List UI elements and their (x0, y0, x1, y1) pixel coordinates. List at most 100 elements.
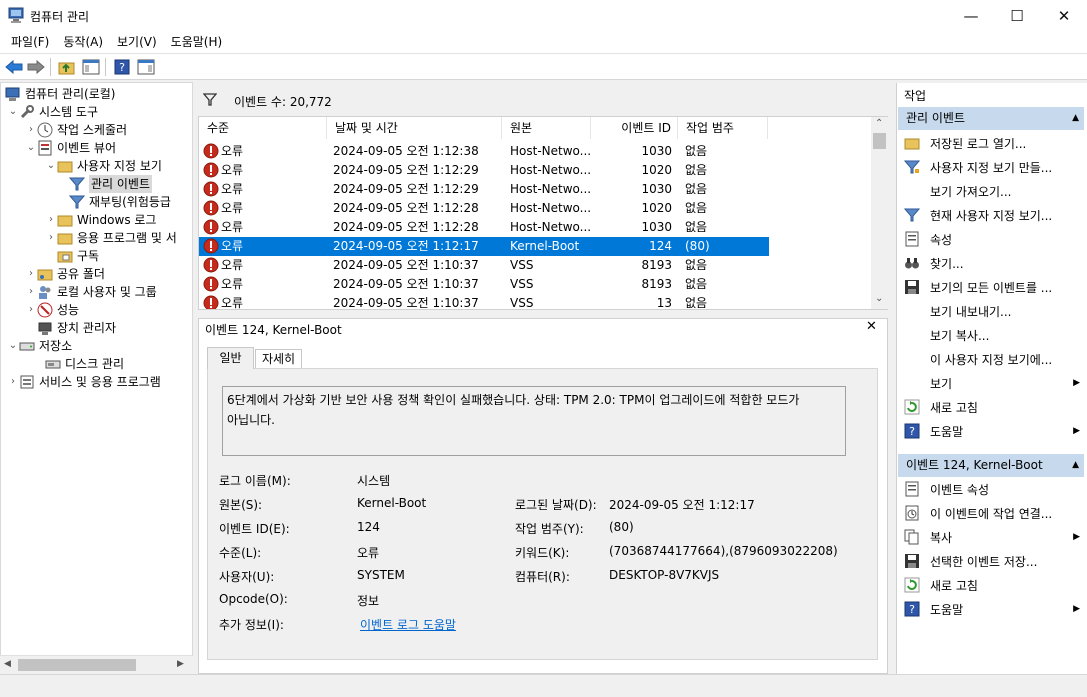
tree-windows-logs[interactable]: › Windows 로그 (45, 211, 156, 229)
scroll-down-icon[interactable]: ⌄ (875, 293, 883, 304)
column-event-id[interactable]: 이벤트 ID (591, 117, 678, 139)
chevron-down-icon[interactable]: ⌄ (45, 157, 57, 175)
forward-arrow-icon[interactable] (26, 57, 46, 77)
tree-local-users[interactable]: › 로컬 사용자 및 그룹 (25, 283, 157, 301)
maximize-button[interactable]: ☐ (994, 0, 1040, 31)
show-hide-tree-icon[interactable] (81, 57, 101, 77)
action-section1_items-item-8[interactable]: 보기 복사... (898, 323, 1084, 347)
chevron-right-icon[interactable]: › (25, 265, 37, 283)
scroll-right-icon[interactable]: ▶ (177, 659, 184, 669)
action-section1_items-item-7[interactable]: 보기 내보내기... (898, 299, 1084, 323)
tree-custom-views[interactable]: ⌄ 사용자 지정 보기 (45, 157, 162, 175)
chevron-right-icon[interactable]: › (45, 211, 57, 229)
tree-task-scheduler[interactable]: › 작업 스케줄러 (25, 121, 127, 139)
tree-reboot-view[interactable]: 재부팅(위험등급 (69, 193, 171, 211)
error-icon (203, 162, 219, 179)
tree-root[interactable]: 컴퓨터 관리(로컬) (5, 85, 115, 103)
chevron-right-icon[interactable]: › (7, 373, 19, 391)
error-icon (203, 143, 219, 160)
refresh-icon (904, 399, 920, 415)
row-datetime: 2024-09-05 오전 1:12:29 (333, 182, 479, 196)
menu-view[interactable]: 보기(V) (110, 31, 164, 53)
table-row[interactable]: 오류 2024-09-05 오전 1:12:29 Host-Netwo... 1020… (199, 161, 769, 180)
tree-app-logs[interactable]: › 응용 프로그램 및 서 (45, 229, 177, 247)
chevron-right-icon[interactable]: › (25, 283, 37, 301)
events-vertical-scrollbar[interactable]: ⌃ ⌄ (871, 117, 888, 309)
event-log-help-link[interactable]: 이벤트 로그 도움말 (360, 616, 456, 633)
action-section1_items-item-0[interactable]: 저장된 로그 열기... (898, 131, 1084, 155)
chevron-right-icon[interactable]: › (45, 229, 57, 247)
column-source[interactable]: 원본 (502, 117, 591, 139)
table-row[interactable]: 오류 2024-09-05 오전 1:12:29 Host-Netwo... 1030… (199, 180, 769, 199)
collapse-icon[interactable]: ▲ (1072, 454, 1079, 477)
action-section2_items-item-2[interactable]: 복사 ▶ (898, 525, 1084, 549)
table-row[interactable]: 오류 2024-09-05 오전 1:12:28 Host-Netwo... 1030… (199, 218, 769, 237)
detail-close-icon[interactable]: ✕ (866, 319, 877, 334)
action-section1_items-item-5[interactable]: 찾기... (898, 251, 1084, 275)
column-level[interactable]: 수준 (199, 117, 327, 139)
action-section2_items-item-4[interactable]: 새로 고침 (898, 573, 1084, 597)
column-category[interactable]: 작업 범주 (678, 117, 768, 139)
table-row[interactable]: 오류 2024-09-05 오전 1:10:37 VSS 13 없음 (199, 294, 769, 309)
row-event-id: 1020 (641, 163, 672, 177)
scroll-left-icon[interactable]: ◀ (4, 659, 11, 669)
menu-file[interactable]: 파일(F) (4, 31, 56, 53)
action-section1_items-item-9[interactable]: 이 사용자 지정 보기에... (898, 347, 1084, 371)
action-section1_items-item-1[interactable]: 사용자 지정 보기 만들... (898, 155, 1084, 179)
table-row[interactable]: 오류 2024-09-05 오전 1:10:37 VSS 8193 없음 (199, 256, 769, 275)
chevron-down-icon[interactable]: ⌄ (7, 103, 19, 121)
chevron-right-icon[interactable]: › (25, 121, 37, 139)
row-category: 없음 (685, 277, 708, 291)
tab-details[interactable]: 자세히 (255, 349, 302, 369)
tree-storage[interactable]: ⌄ 저장소 (7, 337, 72, 355)
help-icon[interactable]: ? (112, 57, 132, 77)
chevron-down-icon[interactable]: ⌄ (7, 337, 19, 355)
collapse-icon[interactable]: ▲ (1072, 107, 1079, 130)
scroll-up-icon[interactable]: ⌃ (875, 118, 883, 129)
tree-disk-management[interactable]: 디스크 관리 (45, 355, 124, 373)
row-level: 오류 (221, 201, 244, 215)
scrollbar-thumb[interactable] (873, 133, 886, 149)
action-section2_items-item-5[interactable]: ? 도움말 ▶ (898, 597, 1084, 621)
action-section2_items-item-0[interactable]: 이벤트 속성 (898, 477, 1084, 501)
tree-device-manager[interactable]: 장치 관리자 (37, 319, 116, 337)
chevron-right-icon[interactable]: › (25, 301, 37, 319)
action-section1_items-item-12[interactable]: ? 도움말 ▶ (898, 419, 1084, 443)
table-row[interactable]: 오류 2024-09-05 오전 1:12:17 Kernel-Boot 124 (80… (199, 237, 769, 256)
action-section2_items-item-3[interactable]: 선택한 이벤트 저장... (898, 549, 1084, 573)
error-icon (203, 257, 219, 274)
row-category: 없음 (685, 163, 708, 177)
tree-services-apps[interactable]: › 서비스 및 응용 프로그램 (7, 373, 161, 391)
tree-admin-events[interactable]: 관리 이벤트 (69, 175, 153, 193)
row-event-id: 124 (649, 239, 672, 253)
tree-subscriptions[interactable]: 구독 (57, 247, 99, 265)
minimize-button[interactable]: — (948, 0, 994, 31)
actions-section-admin-events[interactable]: 관리 이벤트 ▲ (898, 107, 1084, 130)
actions-section-event[interactable]: 이벤트 124, Kernel-Boot ▲ (898, 454, 1084, 477)
action-section1_items-item-10[interactable]: 보기 ▶ (898, 371, 1084, 395)
column-datetime[interactable]: 날짜 및 시간 (327, 117, 502, 139)
up-folder-icon[interactable] (57, 57, 77, 77)
action-section1_items-item-11[interactable]: 새로 고침 (898, 395, 1084, 419)
scrollbar-thumb[interactable] (18, 659, 136, 671)
tab-general[interactable]: 일반 (207, 347, 254, 369)
menu-action[interactable]: 동작(A) (56, 31, 110, 53)
table-row[interactable]: 오류 2024-09-05 오전 1:12:38 Host-Netwo... 1030… (199, 142, 769, 161)
action-section1_items-item-2[interactable]: 보기 가져오기... (898, 179, 1084, 203)
table-row[interactable]: 오류 2024-09-05 오전 1:10:37 VSS 8193 없음 (199, 275, 769, 294)
tree-performance[interactable]: › 성능 (25, 301, 79, 319)
tree-system-tools[interactable]: ⌄ 시스템 도구 (7, 103, 98, 121)
tree-horizontal-scrollbar[interactable]: ◀ ▶ (0, 655, 193, 674)
tree-event-viewer[interactable]: ⌄ 이벤트 뷰어 (25, 139, 116, 157)
tree-shared-folders[interactable]: › 공유 폴더 (25, 265, 105, 283)
show-hide-action-pane-icon[interactable] (136, 57, 156, 77)
close-button[interactable]: ✕ (1041, 0, 1087, 31)
table-row[interactable]: 오류 2024-09-05 오전 1:12:28 Host-Netwo... 1020… (199, 199, 769, 218)
chevron-down-icon[interactable]: ⌄ (25, 139, 37, 157)
action-section1_items-item-3[interactable]: 현재 사용자 지정 보기... (898, 203, 1084, 227)
back-arrow-icon[interactable] (4, 57, 24, 77)
menu-help[interactable]: 도움말(H) (164, 31, 230, 53)
action-section1_items-item-6[interactable]: 보기의 모든 이벤트를 ... (898, 275, 1084, 299)
action-section2_items-item-1[interactable]: 이 이벤트에 작업 연결... (898, 501, 1084, 525)
action-section1_items-item-4[interactable]: 속성 (898, 227, 1084, 251)
